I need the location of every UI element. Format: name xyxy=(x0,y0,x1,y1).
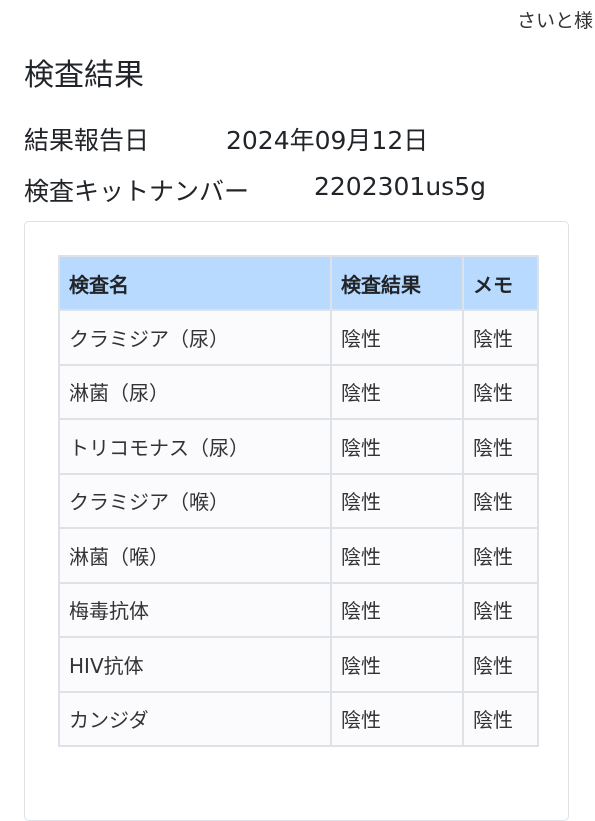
table-row: HIV抗体 陰性 陰性 xyxy=(58,636,539,693)
user-name: さいと様 xyxy=(516,10,593,32)
table-row: トリコモナス（尿） 陰性 陰性 xyxy=(58,418,539,475)
test-name-cell: カンジダ xyxy=(58,690,332,747)
test-name-cell: 梅毒抗体 xyxy=(58,581,332,638)
result-cell: 陰性 xyxy=(330,690,464,747)
kit-number-value: 2202301us5g xyxy=(314,172,486,201)
result-cell: 陰性 xyxy=(330,418,464,475)
memo-cell: 陰性 xyxy=(462,418,539,475)
memo-cell: 陰性 xyxy=(462,690,539,747)
table-row: クラミジア（尿） 陰性 陰性 xyxy=(58,309,539,366)
report-date-row: 結果報告日 2024年09月12日 xyxy=(24,121,428,157)
memo-cell: 陰性 xyxy=(462,309,539,366)
results-table: 検査名 検査結果 メモ クラミジア（尿） 陰性 陰性 淋菌（尿） 陰性 陰性 ト… xyxy=(58,255,539,747)
test-name-cell: クラミジア（尿） xyxy=(58,309,332,366)
memo-cell: 陰性 xyxy=(462,472,539,529)
result-cell: 陰性 xyxy=(330,363,464,420)
test-name-cell: 淋菌（尿） xyxy=(58,363,332,420)
report-date-value: 2024年09月12日 xyxy=(226,126,429,155)
table-row: 淋菌（尿） 陰性 陰性 xyxy=(58,363,539,420)
result-cell: 陰性 xyxy=(330,581,464,638)
memo-cell: 陰性 xyxy=(462,581,539,638)
result-cell: 陰性 xyxy=(330,636,464,693)
result-cell: 陰性 xyxy=(330,309,464,366)
report-date-label: 結果報告日 xyxy=(24,126,150,155)
result-cell: 陰性 xyxy=(330,472,464,529)
test-name-cell: 淋菌（喉） xyxy=(58,527,332,584)
test-name-cell: トリコモナス（尿） xyxy=(58,418,332,475)
test-name-cell: HIV抗体 xyxy=(58,636,332,693)
test-name-cell: クラミジア（喉） xyxy=(58,472,332,529)
table-row: カンジダ 陰性 陰性 xyxy=(58,690,539,747)
results-card: 検査名 検査結果 メモ クラミジア（尿） 陰性 陰性 淋菌（尿） 陰性 陰性 ト… xyxy=(24,221,569,821)
table-row: クラミジア（喉） 陰性 陰性 xyxy=(58,472,539,529)
kit-number-label: 検査キットナンバー xyxy=(24,177,250,206)
column-header-result: 検査結果 xyxy=(330,255,464,311)
table-row: 梅毒抗体 陰性 陰性 xyxy=(58,581,539,638)
column-header-test-name: 検査名 xyxy=(58,255,332,311)
kit-number-row: 検査キットナンバー 2202301us5g xyxy=(24,172,486,208)
column-header-memo: メモ xyxy=(462,255,539,311)
memo-cell: 陰性 xyxy=(462,527,539,584)
table-header-row: 検査名 検査結果 メモ xyxy=(58,255,539,311)
page-title: 検査結果 xyxy=(24,58,144,93)
result-cell: 陰性 xyxy=(330,527,464,584)
memo-cell: 陰性 xyxy=(462,636,539,693)
table-row: 淋菌（喉） 陰性 陰性 xyxy=(58,527,539,584)
memo-cell: 陰性 xyxy=(462,363,539,420)
